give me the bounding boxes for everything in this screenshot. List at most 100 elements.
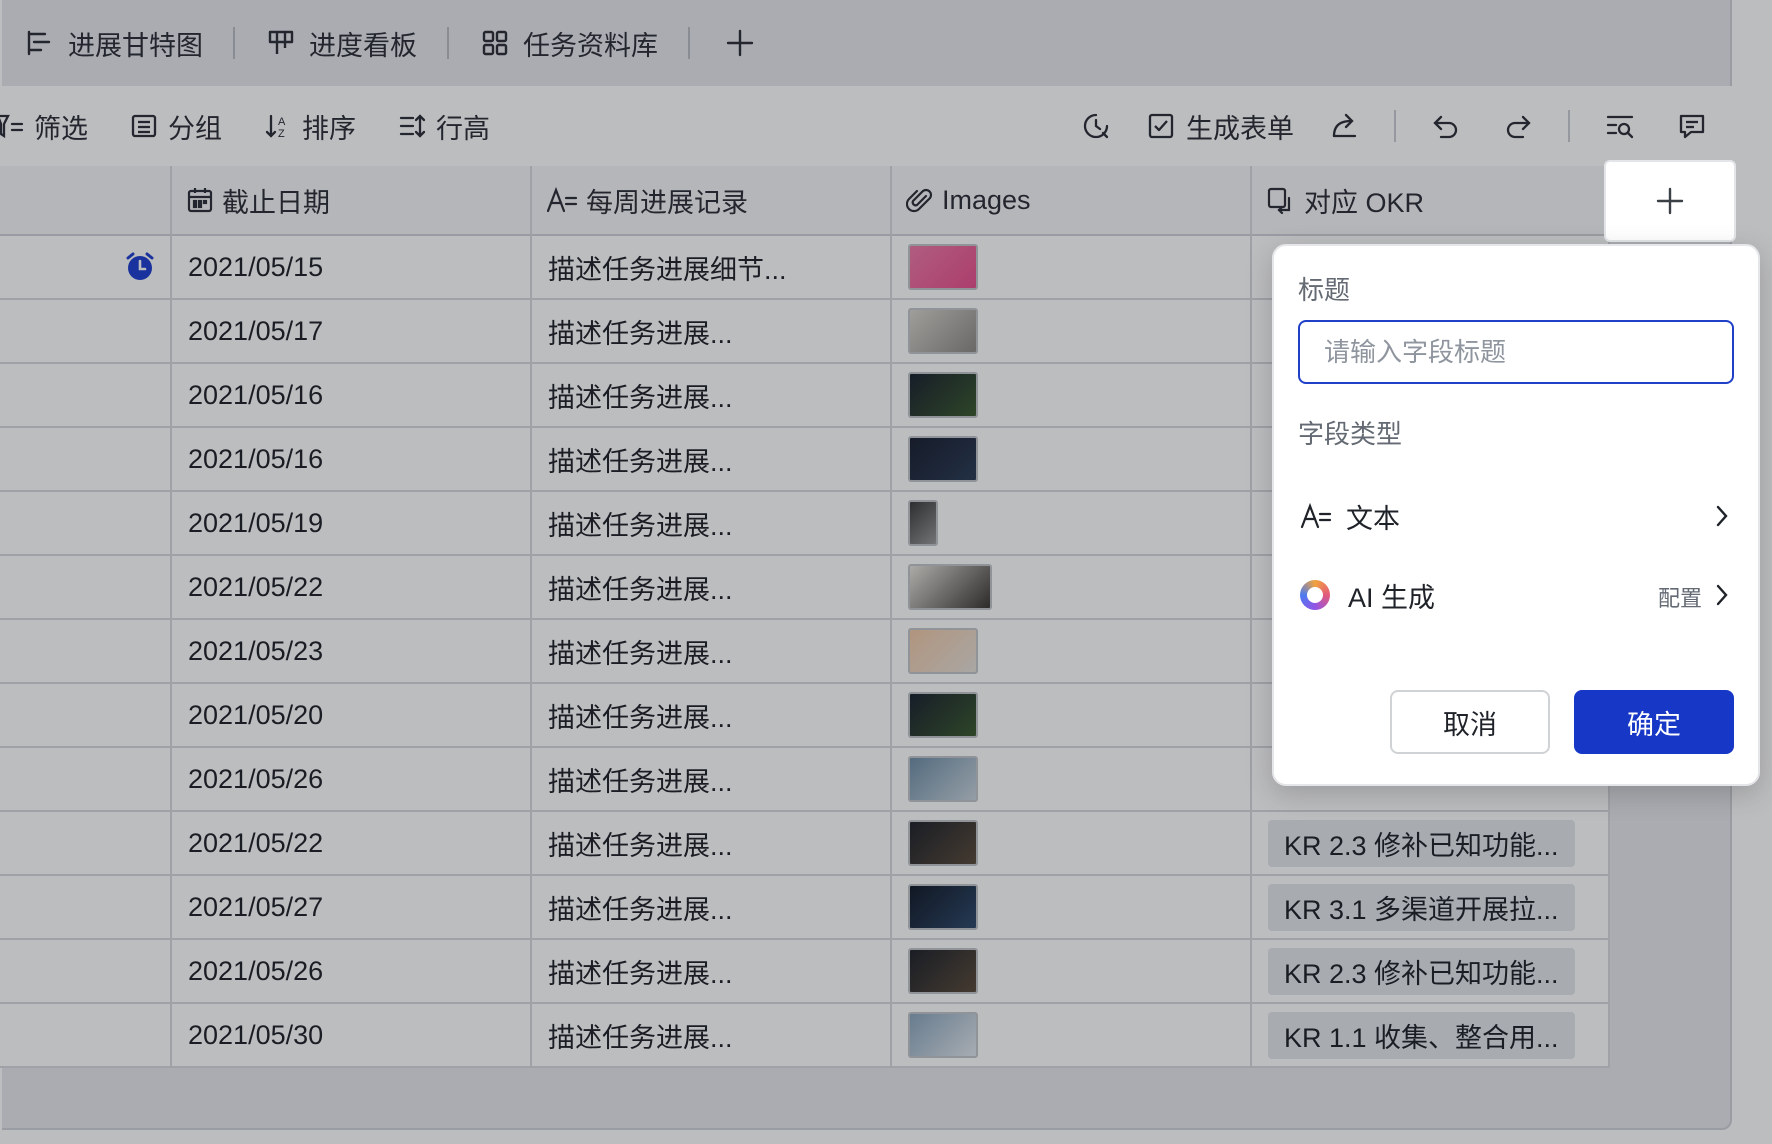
table-row[interactable]: 2021/05/22 描述任务进展... KR 2.3 修补已知功能... (0, 812, 1610, 876)
row-index-cell (0, 300, 172, 362)
gantt-icon (24, 27, 56, 59)
progress-cell[interactable]: 描述任务进展... (532, 940, 892, 1002)
field-title-input[interactable] (1298, 320, 1734, 384)
toolbar: 筛选 分组 AZ 排序 行高 生成表单 (0, 86, 1734, 166)
table-row[interactable]: 2021/05/26 描述任务进展... KR 2.3 修补已知功能... (0, 940, 1610, 1004)
filter-button[interactable]: 筛选 (0, 107, 88, 146)
tab-kanban[interactable]: 进度看板 (265, 0, 447, 86)
progress-cell[interactable]: 描述任务进展细节... (532, 236, 892, 298)
progress-cell[interactable]: 描述任务进展... (532, 876, 892, 938)
deadline-cell[interactable]: 2021/05/23 (172, 620, 532, 682)
image-thumbnail[interactable] (908, 692, 978, 738)
deadline-cell[interactable]: 2021/05/22 (172, 812, 532, 874)
progress-cell[interactable]: 描述任务进展... (532, 812, 892, 874)
deadline-cell[interactable]: 2021/05/20 (172, 684, 532, 746)
table-row[interactable]: 2021/05/27 描述任务进展... KR 3.1 多渠道开展拉... (0, 876, 1610, 940)
header-okr[interactable]: 对应 OKR (1252, 166, 1610, 236)
deadline-cell[interactable]: 2021/05/16 (172, 428, 532, 490)
share-button[interactable] (1322, 104, 1366, 148)
ai-config-link[interactable]: 配置 (1658, 581, 1702, 613)
image-thumbnail[interactable] (908, 948, 978, 994)
progress-cell[interactable]: 描述任务进展... (532, 748, 892, 810)
header-images[interactable]: Images (892, 166, 1252, 236)
progress-cell[interactable]: 描述任务进展... (532, 1004, 892, 1066)
table-row[interactable]: 2021/05/30 描述任务进展... KR 1.1 收集、整合用... (0, 1004, 1610, 1068)
images-cell[interactable] (892, 1004, 1252, 1066)
deadline-cell[interactable]: 2021/05/26 (172, 940, 532, 1002)
images-cell[interactable] (892, 620, 1252, 682)
comment-button[interactable] (1670, 104, 1714, 148)
group-button[interactable]: 分组 (128, 107, 222, 146)
deadline-cell[interactable]: 2021/05/30 (172, 1004, 532, 1066)
image-thumbnail[interactable] (908, 500, 938, 546)
progress-cell[interactable]: 描述任务进展... (532, 492, 892, 554)
images-cell[interactable] (892, 492, 1252, 554)
images-cell[interactable] (892, 556, 1252, 618)
progress-cell[interactable]: 描述任务进展... (532, 428, 892, 490)
confirm-button[interactable]: 确定 (1574, 690, 1734, 754)
images-cell[interactable] (892, 940, 1252, 1002)
okr-cell[interactable]: KR 2.3 修补已知功能... (1252, 812, 1610, 874)
deadline-cell[interactable]: 2021/05/15 (172, 236, 532, 298)
deadline-cell[interactable]: 2021/05/19 (172, 492, 532, 554)
header-label: Images (942, 184, 1031, 215)
field-type-text-option[interactable]: 文本 (1280, 479, 1752, 553)
tab-divider (688, 27, 690, 59)
deadline-cell[interactable]: 2021/05/27 (172, 876, 532, 938)
images-cell[interactable] (892, 236, 1252, 298)
image-thumbnail[interactable] (908, 884, 978, 930)
sort-button[interactable]: AZ 排序 (262, 107, 356, 146)
image-thumbnail[interactable] (908, 436, 978, 482)
image-thumbnail[interactable] (908, 372, 978, 418)
header-deadline[interactable]: 截止日期 (172, 166, 532, 236)
images-cell[interactable] (892, 876, 1252, 938)
generate-form-button[interactable]: 生成表单 (1146, 107, 1294, 146)
attachment-icon (906, 188, 933, 213)
undo-button[interactable] (1424, 104, 1468, 148)
deadline-cell[interactable]: 2021/05/26 (172, 748, 532, 810)
add-view-button[interactable] (720, 23, 760, 63)
image-thumbnail[interactable] (908, 820, 978, 866)
group-label: 分组 (168, 113, 222, 144)
undo-icon (1433, 115, 1458, 139)
deadline-cell[interactable]: 2021/05/22 (172, 556, 532, 618)
field-type-ai-option[interactable]: AI 生成 配置 (1280, 558, 1752, 632)
plus-icon (1656, 187, 1684, 215)
progress-cell[interactable]: 描述任务进展... (532, 364, 892, 426)
search-button[interactable] (1598, 104, 1642, 148)
progress-cell[interactable]: 描述任务进展... (532, 556, 892, 618)
image-thumbnail[interactable] (908, 1012, 978, 1058)
chevron-right-icon (1716, 584, 1728, 606)
image-thumbnail[interactable] (908, 628, 978, 674)
row-height-button[interactable]: 行高 (396, 107, 490, 146)
cancel-button[interactable]: 取消 (1390, 690, 1550, 754)
tab-gantt[interactable]: 进展甘特图 (24, 0, 233, 86)
okr-cell[interactable]: KR 1.1 收集、整合用... (1252, 1004, 1610, 1066)
images-cell[interactable] (892, 684, 1252, 746)
text-field-icon (546, 186, 578, 213)
progress-cell[interactable]: 描述任务进展... (532, 300, 892, 362)
tab-library[interactable]: 任务资料库 (479, 0, 688, 86)
row-height-icon (396, 110, 428, 142)
progress-cell[interactable]: 描述任务进展... (532, 684, 892, 746)
history-button[interactable] (1074, 104, 1118, 148)
progress-cell[interactable]: 描述任务进展... (532, 620, 892, 682)
deadline-cell[interactable]: 2021/05/16 (172, 364, 532, 426)
tab-divider (447, 27, 449, 59)
header-weekly-progress[interactable]: 每周进展记录 (532, 166, 892, 236)
image-thumbnail[interactable] (908, 564, 992, 610)
images-cell[interactable] (892, 812, 1252, 874)
images-cell[interactable] (892, 428, 1252, 490)
images-cell[interactable] (892, 364, 1252, 426)
row-index-cell (0, 428, 172, 490)
add-field-button[interactable] (1604, 160, 1736, 242)
images-cell[interactable] (892, 300, 1252, 362)
image-thumbnail[interactable] (908, 756, 978, 802)
image-thumbnail[interactable] (908, 244, 978, 290)
okr-cell[interactable]: KR 2.3 修补已知功能... (1252, 940, 1610, 1002)
images-cell[interactable] (892, 748, 1252, 810)
okr-cell[interactable]: KR 3.1 多渠道开展拉... (1252, 876, 1610, 938)
deadline-cell[interactable]: 2021/05/17 (172, 300, 532, 362)
redo-button[interactable] (1496, 104, 1540, 148)
image-thumbnail[interactable] (908, 308, 978, 354)
